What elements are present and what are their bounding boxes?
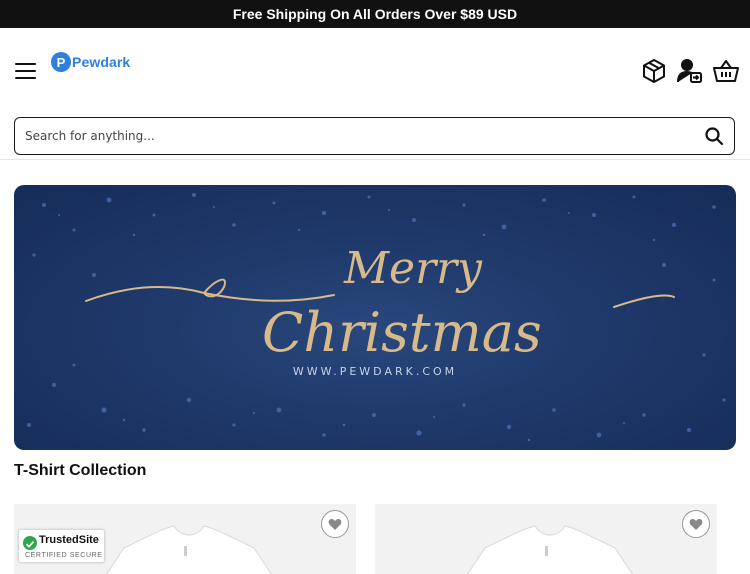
user-login-icon[interactable] bbox=[676, 57, 704, 85]
trustedsite-badge[interactable]: TrustedSite CERTIFIED SECURE bbox=[18, 529, 105, 563]
trustedsite-sub: CERTIFIED SECURE bbox=[25, 552, 103, 559]
search-input[interactable] bbox=[25, 129, 685, 143]
menu-icon[interactable] bbox=[15, 63, 36, 79]
package-icon[interactable] bbox=[640, 57, 668, 85]
banner-christmas: Christmas bbox=[262, 301, 542, 364]
logo[interactable]: P Pewdark bbox=[51, 52, 130, 72]
logo-text: Pewdark bbox=[72, 54, 131, 70]
cart-basket-icon[interactable] bbox=[712, 57, 740, 85]
banner-merry: Merry bbox=[343, 243, 483, 294]
tshirt-image bbox=[106, 525, 272, 574]
logo-mark: P bbox=[51, 52, 71, 72]
collection-title: T-Shirt Collection bbox=[14, 462, 147, 479]
site-header: P Pewdark bbox=[0, 28, 750, 160]
wishlist-heart-icon[interactable] bbox=[321, 510, 349, 538]
christmas-banner[interactable]: Merry Christmas WWW.PEWDARK.COM bbox=[14, 185, 736, 450]
promo-text: Free Shipping On All Orders Over $89 USD bbox=[232, 6, 518, 22]
trustedsite-name: TrustedSite bbox=[39, 534, 99, 546]
search-icon[interactable] bbox=[704, 126, 724, 146]
tshirt-image bbox=[467, 525, 633, 574]
check-icon bbox=[23, 536, 37, 550]
product-card[interactable] bbox=[375, 504, 717, 574]
search-bar bbox=[14, 117, 735, 155]
promo-bar: Free Shipping On All Orders Over $89 USD bbox=[0, 0, 750, 28]
banner-url: WWW.PEWDARK.COM bbox=[292, 365, 458, 378]
wishlist-heart-icon[interactable] bbox=[682, 510, 710, 538]
